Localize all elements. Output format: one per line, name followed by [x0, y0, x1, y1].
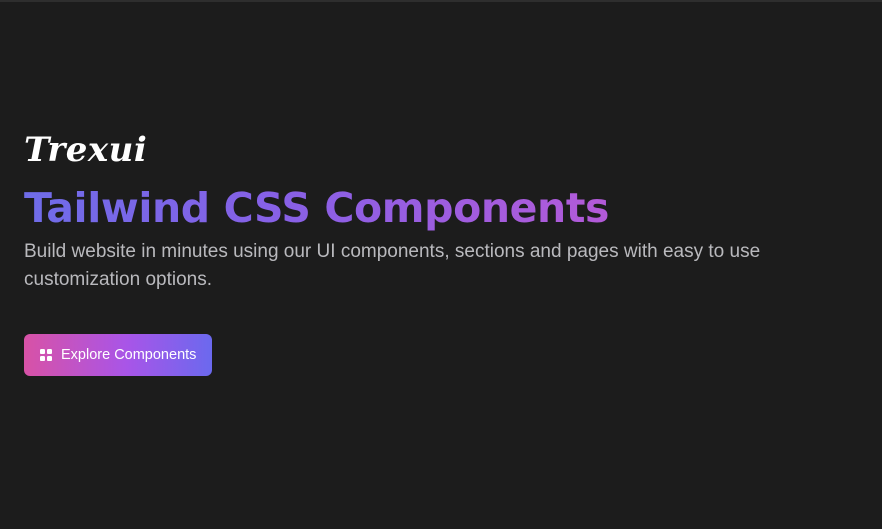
- top-divider: [0, 0, 882, 2]
- explore-components-button[interactable]: Explore Components: [24, 334, 213, 376]
- hero-section: Trexui Tailwind CSS Components Build web…: [24, 128, 869, 376]
- brand-logo[interactable]: Trexui: [24, 128, 869, 172]
- grid-icon: [40, 349, 52, 361]
- hero-title: Tailwind CSS Components: [24, 184, 610, 232]
- explore-components-label: Explore Components: [61, 347, 197, 363]
- hero-subtitle: Build website in minutes using our UI co…: [24, 241, 761, 290]
